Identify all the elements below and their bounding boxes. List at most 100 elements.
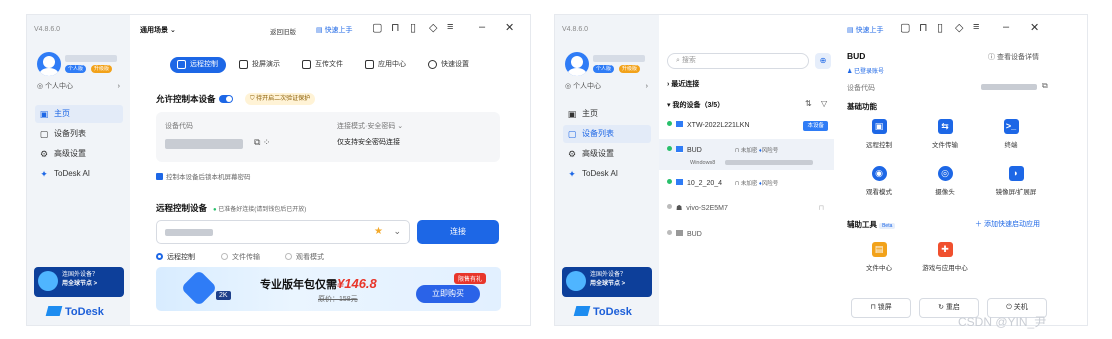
sidebar-item-ai[interactable]: ✦ ToDesk AI: [563, 165, 651, 183]
personal-center-link[interactable]: ◎ 个人中心 ›: [565, 81, 650, 92]
lock-icon[interactable]: ⊓: [391, 21, 400, 34]
buy-now-button[interactable]: 立即购买: [416, 285, 480, 303]
recent-section[interactable]: › 最近连接: [667, 79, 699, 89]
avatar[interactable]: [37, 52, 61, 76]
global-node-promo[interactable]: 连国外设备？ 用全球节点 >: [34, 267, 124, 297]
allow-control-toggle[interactable]: [218, 95, 233, 103]
func-file-transfer[interactable]: ⇆ 文件传输: [925, 119, 965, 149]
home-icon: ▣: [39, 109, 49, 119]
func-remote-control[interactable]: ▣ 远程控制: [859, 119, 899, 149]
copy-icon[interactable]: ⧉ ⁘: [254, 137, 270, 148]
quick-start-button[interactable]: ▤ 快速上手: [847, 25, 884, 35]
old-version-link[interactable]: 返回旧版: [270, 26, 296, 36]
opt-view[interactable]: 观看模式: [285, 252, 324, 262]
detail-title: BUD: [847, 51, 866, 61]
bell-icon[interactable]: ◇: [955, 21, 963, 34]
search-input[interactable]: ⌕ 搜索: [667, 53, 809, 69]
scene-dropdown[interactable]: 通用场景 ⌄: [140, 25, 176, 35]
device-code-blurred: [981, 84, 1037, 90]
phone-icon[interactable]: ▯: [410, 21, 416, 34]
shutdown-label: 关机: [1013, 304, 1028, 311]
brand-name: ToDesk: [65, 306, 104, 318]
device-row[interactable]: ☗ vivo-S2E5M7 ⊓: [659, 197, 834, 221]
bell-icon[interactable]: ◇: [429, 21, 437, 34]
func-view-mode[interactable]: ◉ 观看模式: [859, 166, 899, 196]
connect-button[interactable]: 连接: [417, 220, 499, 244]
sidebar-item-home[interactable]: ▣ 主页: [35, 105, 123, 123]
avatar[interactable]: [565, 52, 589, 76]
device-row[interactable]: BUD: [659, 223, 834, 247]
filter-icon[interactable]: ▽: [821, 99, 827, 108]
close-icon[interactable]: ✕: [1030, 21, 1039, 34]
tab-app-center[interactable]: 应用中心: [358, 57, 414, 73]
connect-mode-dropdown[interactable]: 连接模式·安全密码 ⌄: [337, 121, 403, 131]
func-camera[interactable]: ◎ 摄像头: [925, 166, 965, 196]
device-code-input[interactable]: ★ ⌄: [156, 220, 410, 244]
quick-start-button[interactable]: ▤ 快速上手: [316, 25, 353, 35]
device-row[interactable]: 10_2_20_4 ⊓ 未加密 ♦风险号: [659, 172, 834, 196]
online-dot: [667, 146, 672, 151]
lock-after-checkbox[interactable]: 控制本设备后锁本机屏幕密码: [156, 171, 251, 181]
menu-icon[interactable]: ≡: [973, 21, 979, 33]
sidebar-item-devices[interactable]: ▢ 设备列表: [563, 125, 651, 143]
pro-ad-banner[interactable]: 2K 专业版年包仅需¥146.8 原价：158元 限售有礼 立即购买: [156, 267, 501, 311]
sidebar-item-home[interactable]: ▣ 主页: [563, 105, 651, 123]
second-verify-tag[interactable]: ⛉ 待开启二次验证保护: [245, 93, 316, 105]
folder-icon: ▤: [871, 242, 887, 257]
func-mirror-screen[interactable]: ◗ 镜像屏/扩展屏: [991, 166, 1041, 196]
upgrade-badge[interactable]: 升级版: [91, 65, 113, 73]
feedback-icon[interactable]: ▢: [372, 21, 382, 34]
tab-screen-cast[interactable]: 投屏演示: [232, 57, 288, 73]
remote-control-icon: ▣: [871, 119, 887, 134]
aux-game-app-center[interactable]: ✚ 游戏与应用中心: [915, 242, 975, 272]
this-device-badge: 本设备: [803, 121, 828, 131]
tab-file-transfer[interactable]: 互传文件: [295, 57, 351, 73]
tab-quick-settings[interactable]: 快速设置: [421, 57, 477, 73]
opt-file[interactable]: 文件传输: [221, 252, 260, 262]
copy-icon[interactable]: ⧉: [1042, 81, 1048, 91]
aux-label: 辅助工具: [847, 220, 877, 229]
lock-screen-button[interactable]: ⊓ 锁屏: [851, 298, 911, 318]
sidebar-item-settings[interactable]: ⚙ 高级设置: [35, 145, 123, 163]
aux-tools-title: 辅助工具 Beta: [847, 219, 896, 230]
device-row[interactable]: BUD ⊓ 未加密 ♦风险号 Windows8: [659, 139, 834, 170]
personal-center-link[interactable]: ◎ 个人中心 ›: [37, 81, 122, 92]
close-icon[interactable]: ✕: [505, 21, 514, 34]
restart-icon: ↻: [938, 304, 946, 311]
book-icon: ▤: [847, 27, 856, 34]
my-devices-section[interactable]: ▾ 我的设备（3/5）: [667, 100, 724, 110]
global-node-promo[interactable]: 连国外设备？ 用全球节点 >: [562, 267, 652, 297]
tab-remote-control[interactable]: 远程控制: [170, 57, 226, 73]
ad-main-text: 专业版年包仅需¥146.8: [260, 276, 377, 292]
func-terminal[interactable]: >_ 终端: [991, 119, 1031, 149]
feedback-icon[interactable]: ▢: [900, 21, 910, 34]
tab-label: 互传文件: [315, 61, 343, 68]
chevron-down-icon[interactable]: ⌄: [393, 226, 401, 237]
phone-icon[interactable]: ▯: [937, 21, 943, 34]
aux-file-center[interactable]: ▤ 文件中心: [859, 242, 899, 272]
add-device-icon[interactable]: ⊕: [815, 53, 831, 69]
device-row[interactable]: XTW-2022L221LKN 本设备: [659, 114, 834, 138]
device-name: 10_2_20_4: [687, 180, 723, 187]
online-dot: [667, 121, 672, 126]
add-quick-app-link[interactable]: ＋ 添加快速启动应用: [975, 219, 1040, 229]
quick-start-label: 快速上手: [324, 27, 353, 34]
brand-name: ToDesk: [593, 306, 632, 318]
minimize-icon[interactable]: –: [1003, 21, 1009, 33]
menu-icon[interactable]: ≡: [447, 21, 453, 33]
star-icon[interactable]: ★: [374, 226, 383, 237]
view-details-link[interactable]: ⓘ 查看设备详情: [988, 52, 1039, 62]
opt-remote[interactable]: 远程控制: [156, 252, 195, 262]
sort-icon[interactable]: ⇅: [805, 99, 812, 108]
power-icon: ⏻: [1006, 304, 1014, 311]
brand-logo: ToDesk: [45, 306, 104, 318]
plus-icon: ＋: [975, 221, 984, 228]
sidebar-item-ai[interactable]: ✦ ToDesk AI: [35, 165, 123, 183]
add-quick-app-label: 添加快速启动应用: [983, 221, 1040, 228]
sidebar-item-settings[interactable]: ⚙ 高级设置: [563, 145, 651, 163]
upgrade-badge[interactable]: 升级版: [619, 65, 641, 73]
basic-functions-title: 基础功能: [847, 102, 877, 111]
lock-icon[interactable]: ⊓: [919, 21, 928, 34]
minimize-icon[interactable]: –: [479, 21, 485, 33]
sidebar-item-devices[interactable]: ▢ 设备列表: [35, 125, 123, 143]
